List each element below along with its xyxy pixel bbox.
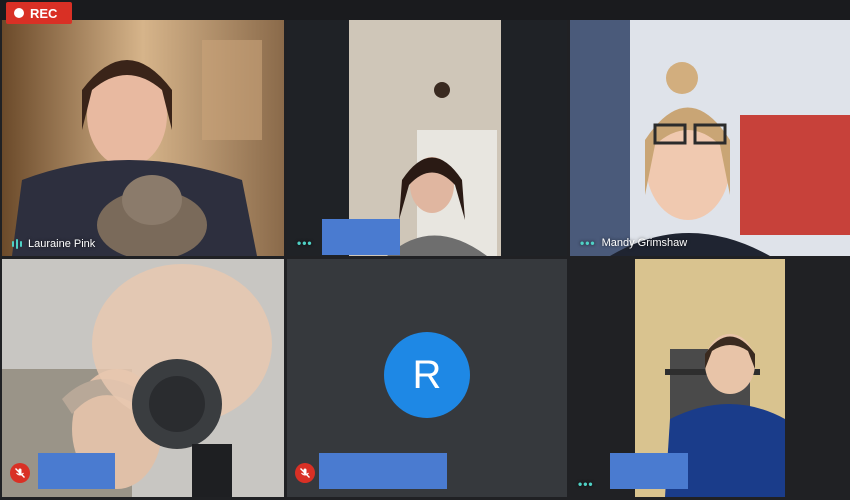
mic-off-icon (295, 463, 315, 483)
video-tile-participant-4[interactable] (2, 259, 284, 497)
participant-name-label: ••• (578, 477, 594, 491)
participant-name-label: ••• Mandy Grimshaw (580, 236, 687, 250)
video-tile-participant-5[interactable]: R (287, 259, 567, 497)
video-tile-lauraine[interactable]: Lauraine Pink (2, 20, 284, 256)
participant-video (570, 20, 850, 256)
more-dots-icon: ••• (578, 477, 594, 491)
video-tile-mandy[interactable]: ••• Mandy Grimshaw (570, 20, 850, 256)
participant-avatar: R (384, 332, 470, 418)
participant-video (2, 20, 284, 256)
more-dots-icon: ••• (297, 236, 313, 250)
participant-name-label: ••• (297, 236, 313, 250)
video-tile-participant-6[interactable]: ••• (570, 259, 850, 497)
name-redaction (319, 453, 447, 489)
name-redaction (610, 453, 688, 489)
name-redaction (322, 219, 400, 255)
record-dot-icon (14, 8, 24, 18)
participant-name: Mandy Grimshaw (601, 237, 688, 249)
name-redaction (38, 453, 115, 489)
participant-name-label: Lauraine Pink (12, 238, 95, 250)
video-tile-participant-2[interactable]: ••• (287, 20, 567, 256)
top-bar (0, 0, 850, 20)
recording-indicator: REC (6, 2, 72, 24)
audio-level-icon (12, 239, 22, 249)
avatar-letter: R (412, 352, 442, 397)
recording-label: REC (30, 5, 58, 21)
participant-name: Lauraine Pink (28, 238, 96, 250)
more-dots-icon: ••• (580, 236, 596, 250)
mic-off-icon (10, 463, 30, 483)
